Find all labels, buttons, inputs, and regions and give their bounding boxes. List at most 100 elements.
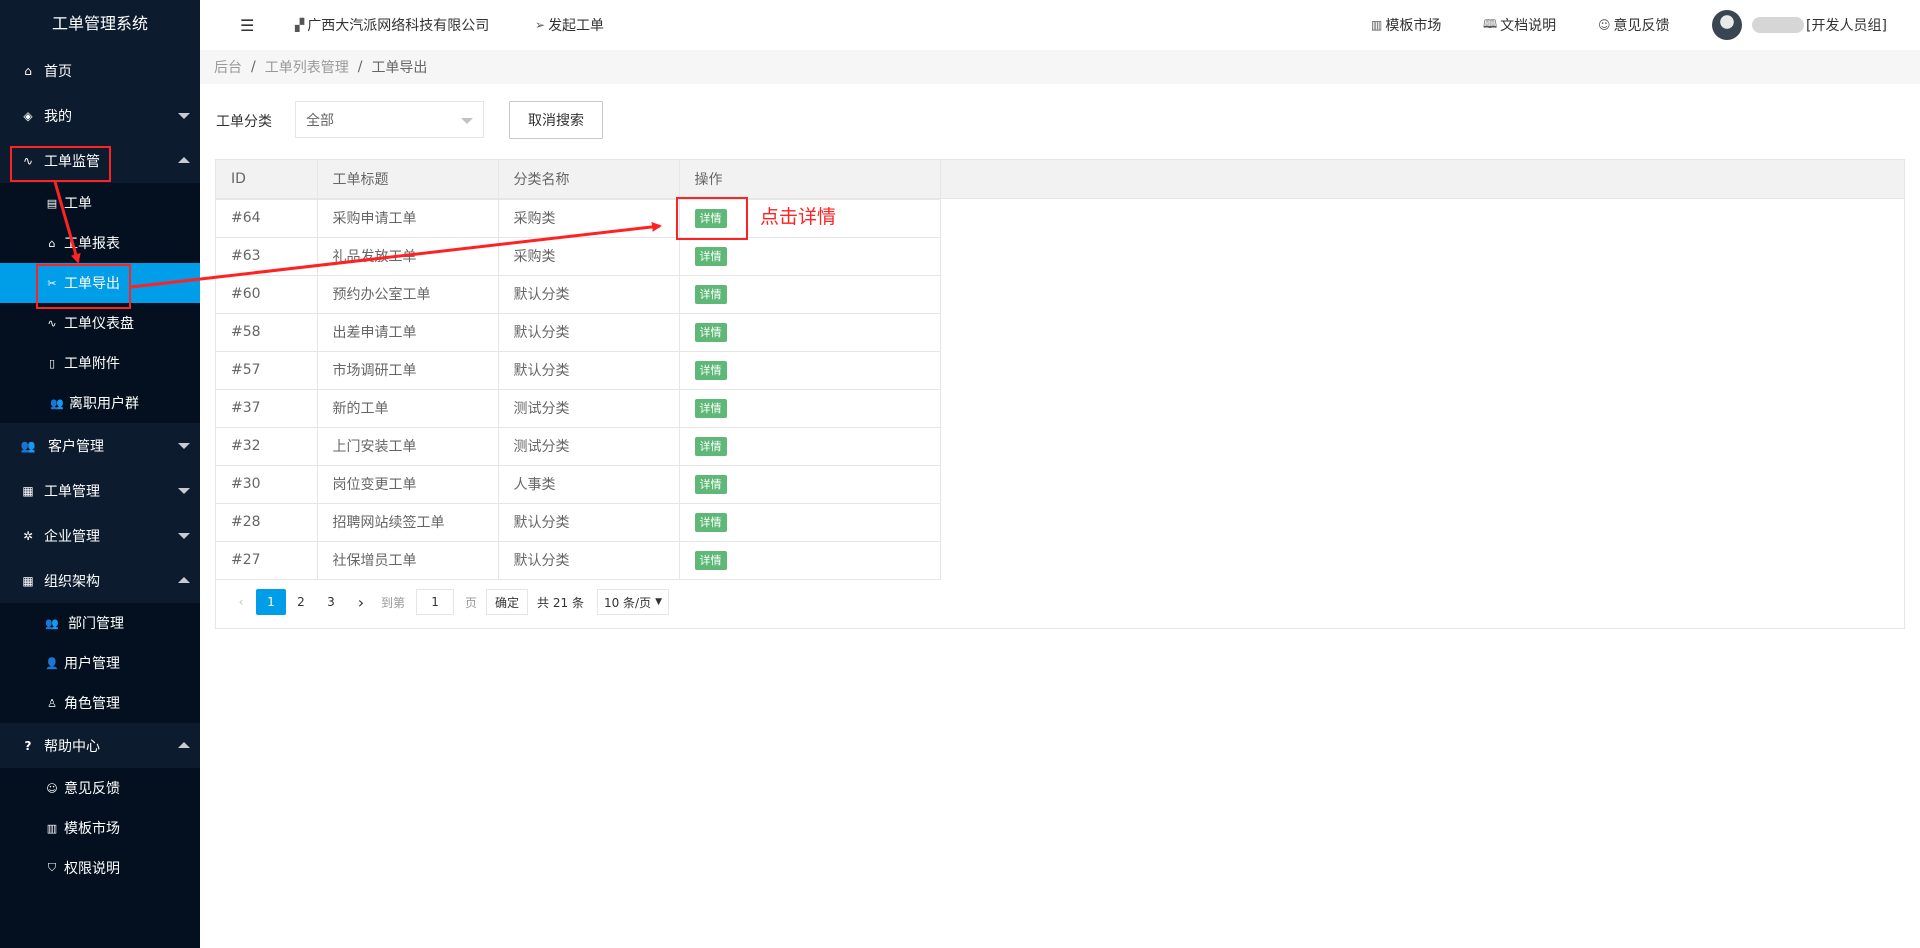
- cell-title: 社保增员工单: [317, 541, 499, 580]
- cell-action: 详情: [679, 427, 941, 466]
- detail-button[interactable]: 详情: [694, 474, 727, 494]
- template-market-label: 模板市场: [1385, 18, 1442, 34]
- sidebar-item-template-market[interactable]: ▥ 模板市场: [0, 808, 200, 848]
- table-header-row: ID 工单标题 分类名称 操作: [216, 160, 941, 200]
- sidebar-item-label: 用户管理: [64, 656, 120, 672]
- cell-title: 新的工单: [317, 389, 499, 428]
- chevron-down-icon: [178, 487, 190, 494]
- sidebar-item-label: 客户管理: [48, 438, 104, 455]
- docs-label: 文档说明: [1500, 18, 1557, 34]
- detail-button[interactable]: 详情: [694, 436, 727, 456]
- cancel-search-button[interactable]: 取消搜索: [509, 101, 603, 139]
- page-number[interactable]: 3: [316, 589, 346, 615]
- pagination: ‹ 1 2 3 › 到第 1 页 确定 共 21 条 10 条/页 ▼: [226, 588, 670, 616]
- layers-icon: ◈: [23, 108, 33, 123]
- pulse-icon: ∿: [47, 316, 57, 330]
- ticket-icon: ▤: [46, 196, 58, 210]
- sidebar-item-help[interactable]: ? 帮助中心: [0, 723, 200, 768]
- detail-button[interactable]: 详情: [694, 512, 727, 532]
- company-switcher[interactable]: ▞ 广西大汽派网络科技有限公司: [295, 15, 489, 35]
- template-market-link[interactable]: ▥ 模板市场: [1371, 15, 1441, 35]
- detail-button[interactable]: 详情: [694, 360, 727, 380]
- goto-confirm-button[interactable]: 确定: [486, 589, 529, 615]
- home-icon: ⌂: [24, 63, 32, 78]
- sidebar-item-ticket-attachment[interactable]: ▯ 工单附件: [0, 343, 200, 383]
- top-bar: ☰ ▞ 广西大汽派网络科技有限公司 ➢ 发起工单 ▥ 模板市场 🕮 文档说明 ☺…: [200, 0, 1920, 50]
- next-page-icon[interactable]: ›: [346, 589, 376, 615]
- table-row: #57 市场调研工单 默认分类 详情: [216, 351, 941, 390]
- feedback-link[interactable]: ☺ 意见反馈: [1598, 15, 1670, 35]
- sidebar-item-customers[interactable]: 👥 客户管理: [0, 423, 200, 468]
- detail-button[interactable]: 详情: [694, 322, 727, 342]
- users-icon: 👥: [50, 396, 64, 410]
- cell-id: #57: [216, 351, 318, 390]
- category-select-value: 全部: [306, 112, 334, 129]
- detail-button[interactable]: 详情: [694, 284, 727, 304]
- sidebar-item-home[interactable]: ⌂ 首页: [0, 48, 200, 93]
- cell-id: #27: [216, 541, 318, 580]
- user-menu[interactable]: [开发人员组]: [1712, 10, 1887, 40]
- page-number[interactable]: 2: [286, 589, 316, 615]
- detail-button[interactable]: 详情: [694, 246, 727, 266]
- page-number[interactable]: 1: [256, 589, 286, 615]
- sidebar-item-label: 工单附件: [64, 356, 120, 372]
- sidebar-item-ticket-monitor[interactable]: ∿ 工单监管: [0, 138, 200, 183]
- sidebar-item-ticket-report[interactable]: ⌂ 工单报表: [0, 223, 200, 263]
- sidebar-item-ticket-manage[interactable]: ▦ 工单管理: [0, 468, 200, 513]
- sidebar-item-feedback[interactable]: ☺ 意见反馈: [0, 768, 200, 808]
- cell-id: #37: [216, 389, 318, 428]
- table-row: #30 岗位变更工单 人事类 详情: [216, 465, 941, 504]
- pulse-icon: ∿: [22, 153, 34, 168]
- feedback-label: 意见反馈: [1613, 18, 1670, 34]
- submenu-ticket-monitor: ▤ 工单 ⌂ 工单报表 ✂ 工单导出 ∿ 工单仪表盘 ▯ 工单附件 👥 离职用户…: [0, 183, 200, 423]
- sidebar-item-permissions[interactable]: ⛉ 权限说明: [0, 848, 200, 888]
- new-ticket-link[interactable]: ➢ 发起工单: [535, 15, 604, 35]
- new-ticket-label: 发起工单: [548, 18, 605, 34]
- sidebar-item-departed-users[interactable]: 👥 离职用户群: [0, 383, 200, 423]
- users-icon: 👥: [45, 616, 59, 630]
- user-name-blurred: [1752, 17, 1804, 33]
- sidebar-item-mine[interactable]: ◈ 我的: [0, 93, 200, 138]
- detail-button[interactable]: 详情: [694, 398, 727, 418]
- chevron-up-icon: [178, 576, 190, 583]
- send-icon: ➢: [535, 18, 546, 32]
- breadcrumb-item[interactable]: 后台: [214, 57, 242, 77]
- ticket-table: ID 工单标题 分类名称 操作 #64 采购申请工单 采购类 详情 #63 礼品发放工单采…: [215, 159, 1905, 629]
- sidebar-item-departments[interactable]: 👥 部门管理: [0, 603, 200, 643]
- breadcrumb: 后台 / 工单列表管理 / 工单导出: [200, 50, 1920, 84]
- docs-link[interactable]: 🕮 文档说明: [1483, 15, 1556, 36]
- file-icon: ▯: [48, 356, 56, 370]
- total-count: 共 21 条: [537, 595, 584, 610]
- detail-button[interactable]: 详情: [694, 208, 727, 228]
- table-row: #28 招聘网站续签工单 默认分类 详情: [216, 503, 941, 542]
- table-row: #27 社保增员工单 默认分类 详情: [216, 541, 941, 580]
- sidebar-item-ticket-export[interactable]: ✂ 工单导出: [0, 263, 200, 303]
- table-row: #60 预约办公室工单 默认分类 详情: [216, 275, 941, 314]
- sidebar-item-ticket[interactable]: ▤ 工单: [0, 183, 200, 223]
- sidebar-item-ticket-dashboard[interactable]: ∿ 工单仪表盘: [0, 303, 200, 343]
- shield-icon: ⛉: [47, 861, 57, 874]
- detail-button[interactable]: 详情: [694, 550, 727, 570]
- cell-title: 礼品发放工单: [317, 237, 499, 276]
- template-icon: ▥: [1371, 18, 1383, 32]
- table-body: #64 采购申请工单 采购类 详情 #63 礼品发放工单 采购类 详情 #60 预约办公室工单 默认…: [216, 199, 941, 580]
- cell-category: 采购类: [498, 237, 680, 276]
- table-row: #63 礼品发放工单 采购类 详情: [216, 237, 941, 276]
- menu-toggle-icon[interactable]: ☰: [240, 16, 254, 35]
- sidebar-item-enterprise[interactable]: ✲ 企业管理: [0, 513, 200, 558]
- chevron-down-icon: [178, 112, 190, 119]
- sidebar-item-roles[interactable]: ♙ 角色管理: [0, 683, 200, 723]
- page-size-select[interactable]: 10 条/页 ▼: [596, 589, 670, 615]
- page-size-value: 10 条/页: [603, 595, 652, 610]
- cell-title: 岗位变更工单: [317, 465, 499, 504]
- sidebar-item-org[interactable]: ▦ 组织架构: [0, 558, 200, 603]
- sidebar-item-users[interactable]: 👤 用户管理: [0, 643, 200, 683]
- category-select[interactable]: 全部: [295, 101, 484, 138]
- sidebar-item-label: 离职用户群: [69, 396, 139, 412]
- breadcrumb-item[interactable]: 工单列表管理: [265, 57, 349, 77]
- sidebar-item-label: 工单监管: [44, 153, 100, 170]
- prev-page-icon[interactable]: ‹: [226, 589, 256, 615]
- goto-page-input[interactable]: 1: [416, 589, 455, 615]
- goto-label: 到第: [381, 595, 406, 610]
- chevron-down-icon: [178, 442, 190, 449]
